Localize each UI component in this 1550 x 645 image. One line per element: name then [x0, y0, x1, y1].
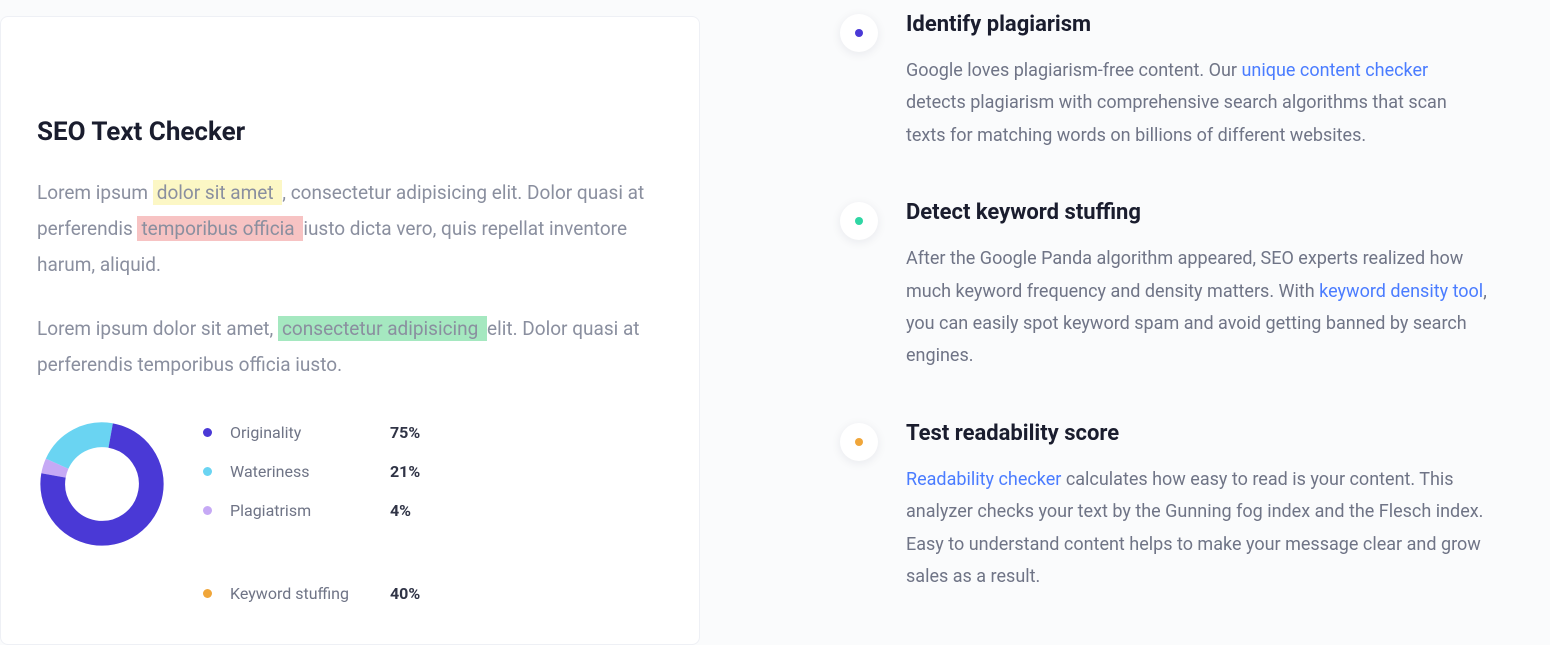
legend-value: 40% [390, 584, 420, 603]
feature-title: Test readability score [906, 421, 1490, 446]
legend-dot-icon [203, 467, 212, 476]
feature-link[interactable]: Readability checker [906, 469, 1061, 490]
legend-item: Wateriness 21% [203, 462, 420, 481]
feature-title: Detect keyword stuffing [906, 200, 1490, 225]
chart-row: Originality 75% Wateriness 21% Plagiatri… [37, 419, 663, 603]
sample-paragraph-2: Lorem ipsum dolor sit amet, consectetur … [37, 311, 663, 383]
legend-value: 21% [390, 462, 420, 481]
bullet-dot-icon [855, 217, 863, 225]
legend-label: Wateriness [230, 462, 390, 481]
legend-dot-icon [203, 506, 212, 515]
legend-dot-icon [203, 428, 212, 437]
features-list: Identify plagiarism Google loves plagiar… [700, 0, 1550, 645]
feature-description: After the Google Panda algorithm appeare… [906, 243, 1490, 373]
bullet-dot-icon [855, 438, 863, 446]
text-fragment: detects plagiarism with comprehensive se… [906, 92, 1447, 145]
text-fragment: Lorem ipsum dolor sit amet, [37, 317, 278, 340]
legend-dot-icon [203, 589, 212, 598]
donut-chart [37, 419, 167, 549]
highlight-yellow: dolor sit amet [153, 180, 283, 205]
chart-legend: Originality 75% Wateriness 21% Plagiatri… [203, 419, 420, 603]
feature-description: Google loves plagiarism-free content. Ou… [906, 55, 1490, 152]
legend-label: Originality [230, 423, 390, 442]
feature-description: Readability checker calculates how easy … [906, 464, 1490, 594]
feature-item: Identify plagiarism Google loves plagiar… [840, 12, 1490, 152]
seo-checker-card: SEO Text Checker Lorem ipsum dolor sit a… [0, 16, 700, 645]
legend-value: 75% [390, 423, 420, 442]
feature-item: Test readability score Readability check… [840, 421, 1490, 594]
bullet-icon [840, 202, 878, 240]
legend-label: Keyword stuffing [230, 584, 390, 603]
card-title: SEO Text Checker [37, 117, 663, 147]
sample-paragraph-1: Lorem ipsum dolor sit amet , consectetur… [37, 175, 663, 283]
feature-link[interactable]: unique content checker [1242, 60, 1429, 81]
highlight-green: consectetur adipisicing [278, 316, 487, 341]
legend-label: Plagiatrism [230, 501, 390, 520]
bullet-icon [840, 14, 878, 52]
legend-item: Keyword stuffing 40% [203, 584, 420, 603]
bullet-dot-icon [855, 29, 863, 37]
legend-item: Originality 75% [203, 423, 420, 442]
feature-item: Detect keyword stuffing After the Google… [840, 200, 1490, 373]
bullet-icon [840, 423, 878, 461]
highlight-red: temporibus officia [137, 216, 303, 241]
legend-value: 4% [390, 501, 411, 520]
text-fragment: Lorem ipsum [37, 181, 153, 204]
donut-chart-svg [27, 409, 178, 560]
legend-item: Plagiatrism 4% [203, 501, 420, 520]
feature-link[interactable]: keyword density tool [1319, 281, 1483, 302]
feature-title: Identify plagiarism [906, 12, 1490, 37]
text-fragment: Google loves plagiarism-free content. Ou… [906, 60, 1242, 81]
